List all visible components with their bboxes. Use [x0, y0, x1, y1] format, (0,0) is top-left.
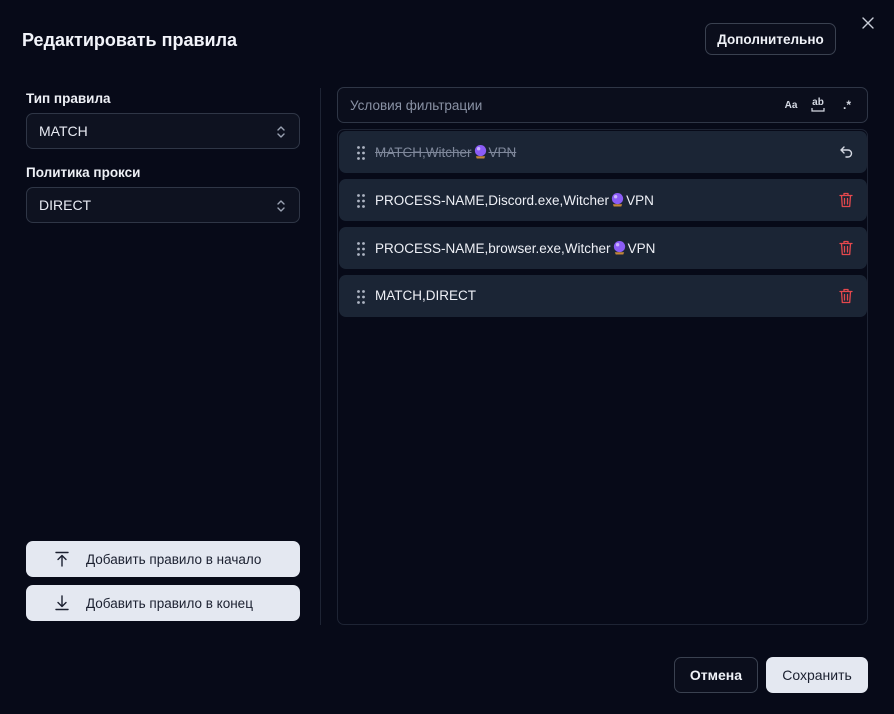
drag-handle-icon[interactable]: [357, 146, 365, 160]
prepend-rule-button[interactable]: Добавить правило в начало: [26, 541, 300, 577]
rule-item-deleted[interactable]: MATCH,Witcher VPN: [339, 131, 867, 173]
rule-text: MATCH,DIRECT: [375, 288, 476, 303]
rules-list: MATCH,Witcher VPN PROCESS-NAME,Discord.ex…: [337, 129, 868, 625]
column-divider: [320, 88, 321, 625]
trash-icon: [839, 288, 853, 304]
append-rule-button[interactable]: Добавить правило в конец: [26, 585, 300, 621]
close-icon: [862, 17, 874, 29]
rule-text-before: PROCESS-NAME,Discord.exe,Witcher: [375, 193, 610, 208]
cancel-button[interactable]: Отмена: [674, 657, 758, 693]
chevron-updown-icon: [277, 200, 285, 212]
rule-item[interactable]: PROCESS-NAME,Discord.exe,Witcher VPN: [339, 179, 867, 221]
whole-word-icon: ab: [812, 97, 824, 108]
chevron-updown-icon: [277, 126, 285, 138]
close-button[interactable]: [858, 13, 878, 33]
proxy-policy-value: DIRECT: [39, 197, 92, 213]
rule-item[interactable]: MATCH,DIRECT: [339, 275, 867, 317]
rule-type-label: Тип правила: [26, 91, 111, 106]
rule-text-before: MATCH,Witcher: [375, 145, 472, 160]
edit-rules-dialog: Редактировать правила Дополнительно Тип …: [0, 0, 894, 714]
underline-bracket-icon: [811, 108, 825, 112]
rule-text-before: PROCESS-NAME,browser.exe,Witcher: [375, 241, 611, 256]
save-button[interactable]: Сохранить: [766, 657, 868, 693]
rule-text-before: MATCH,DIRECT: [375, 288, 476, 303]
regex-icon: .*: [842, 98, 851, 112]
arrow-down-to-line-icon: [54, 595, 70, 611]
drag-handle-icon[interactable]: [357, 194, 365, 208]
rule-text-after: VPN: [488, 145, 517, 160]
crystal-ball-icon: [474, 144, 486, 159]
match-case-icon: Aa: [784, 99, 798, 111]
rule-text-after: VPN: [626, 193, 654, 208]
undo-icon: [840, 146, 853, 158]
trash-icon: [839, 240, 853, 256]
advanced-button[interactable]: Дополнительно: [705, 23, 836, 55]
drag-handle-icon[interactable]: [357, 290, 365, 304]
proxy-policy-select[interactable]: DIRECT: [26, 187, 300, 223]
prepend-rule-label: Добавить правило в начало: [86, 551, 262, 567]
rule-text: PROCESS-NAME,browser.exe,Witcher VPN: [375, 240, 655, 256]
arrow-up-to-line-icon: [54, 551, 70, 567]
match-case-toggle[interactable]: Aa: [782, 97, 800, 113]
delete-rule-button[interactable]: [838, 288, 854, 304]
drag-handle-icon[interactable]: [357, 242, 365, 256]
append-rule-label: Добавить правило в конец: [86, 595, 253, 611]
delete-rule-button[interactable]: [838, 240, 854, 256]
rule-type-select[interactable]: MATCH: [26, 113, 300, 149]
filter-input[interactable]: [338, 88, 758, 122]
filter-bar: Aa ab .*: [337, 87, 868, 123]
dialog-title: Редактировать правила: [22, 30, 238, 50]
crystal-ball-icon: [611, 192, 624, 207]
rule-text: MATCH,Witcher VPN: [375, 144, 516, 160]
rule-type-value: MATCH: [39, 123, 88, 139]
rule-text-after: VPN: [627, 241, 656, 256]
crystal-ball-icon: [613, 240, 625, 255]
restore-rule-button[interactable]: [838, 144, 854, 160]
proxy-policy-label: Политика прокси: [26, 165, 141, 180]
regex-toggle[interactable]: .*: [838, 97, 856, 113]
match-whole-word-toggle[interactable]: ab: [809, 97, 827, 113]
rule-item[interactable]: PROCESS-NAME,browser.exe,Witcher VPN: [339, 227, 867, 269]
rule-text: PROCESS-NAME,Discord.exe,Witcher VPN: [375, 192, 654, 208]
delete-rule-button[interactable]: [838, 192, 854, 208]
trash-icon: [839, 192, 853, 208]
